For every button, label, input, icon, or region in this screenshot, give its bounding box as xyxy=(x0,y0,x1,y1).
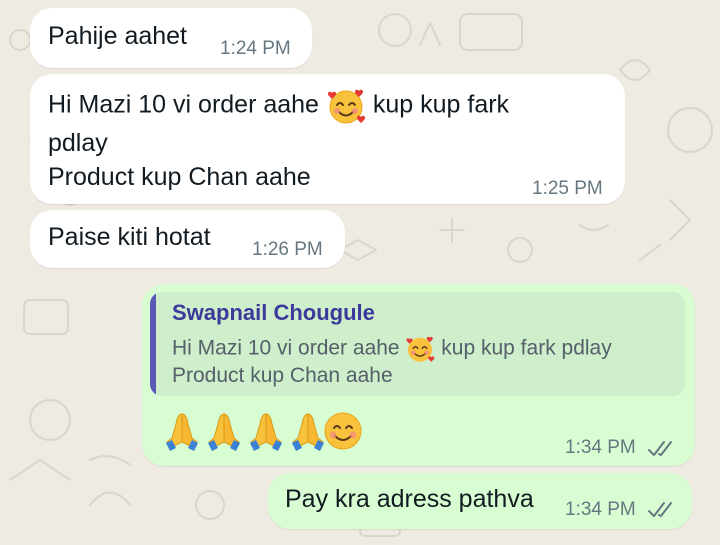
message-timestamp: 1:25 PM xyxy=(532,178,603,199)
outgoing-message-bubble[interactable]: Pay kra adress pathva 1:34 PM xyxy=(268,473,692,529)
smiling-face-emoji-icon xyxy=(324,412,362,450)
folded-hands-emoji-icon xyxy=(250,413,282,451)
incoming-message-bubble[interactable]: Pahije aahet 1:24 PM xyxy=(30,8,312,68)
message-text: Pahije aahet xyxy=(48,22,188,50)
quote-accent-bar xyxy=(150,292,156,396)
message-timestamp: 1:34 PM xyxy=(565,437,636,458)
incoming-message-bubble[interactable]: Hi Mazi 10 vi order aahe kup kup fark pd… xyxy=(30,74,625,204)
message-text-start: Hi Mazi 10 vi order aahe xyxy=(48,90,319,119)
smiling-face-with-hearts-emoji-icon xyxy=(406,336,435,362)
quoted-text-start: Hi Mazi 10 vi order aahe xyxy=(172,336,400,360)
message-text-line: pdlay xyxy=(48,129,108,157)
smiling-face-with-hearts-emoji-icon xyxy=(327,89,366,124)
quoted-author: Swapnail Chougule xyxy=(172,300,375,325)
double-check-read-icon xyxy=(648,502,672,517)
folded-hands-emoji-icon xyxy=(208,413,240,451)
message-text-end: kup kup fark xyxy=(372,90,510,119)
double-check-read-icon xyxy=(648,441,672,456)
folded-hands-emoji-icon xyxy=(166,413,198,451)
quoted-text-line: Product kup Chan aahe xyxy=(172,364,393,387)
message-timestamp: 1:34 PM xyxy=(565,499,636,520)
quoted-text-line: Hi Mazi 10 vi order aahe kup kup fark pd… xyxy=(172,334,612,364)
message-text: Pay kra adress pathva xyxy=(285,485,534,513)
message-timestamp: 1:24 PM xyxy=(220,38,291,59)
quoted-text-end: kup kup fark pdlay xyxy=(441,336,612,360)
quoted-message[interactable]: Swapnail Chougule Hi Mazi 10 vi order aa… xyxy=(150,292,685,396)
message-text: Paise kiti hotat xyxy=(48,223,211,251)
message-timestamp: 1:26 PM xyxy=(252,239,323,260)
message-text-line: Hi Mazi 10 vi order aahe kup kup fark xyxy=(48,86,509,126)
message-text-line: Product kup Chan aahe xyxy=(48,163,311,191)
incoming-message-bubble[interactable]: Paise kiti hotat 1:26 PM xyxy=(30,210,345,268)
